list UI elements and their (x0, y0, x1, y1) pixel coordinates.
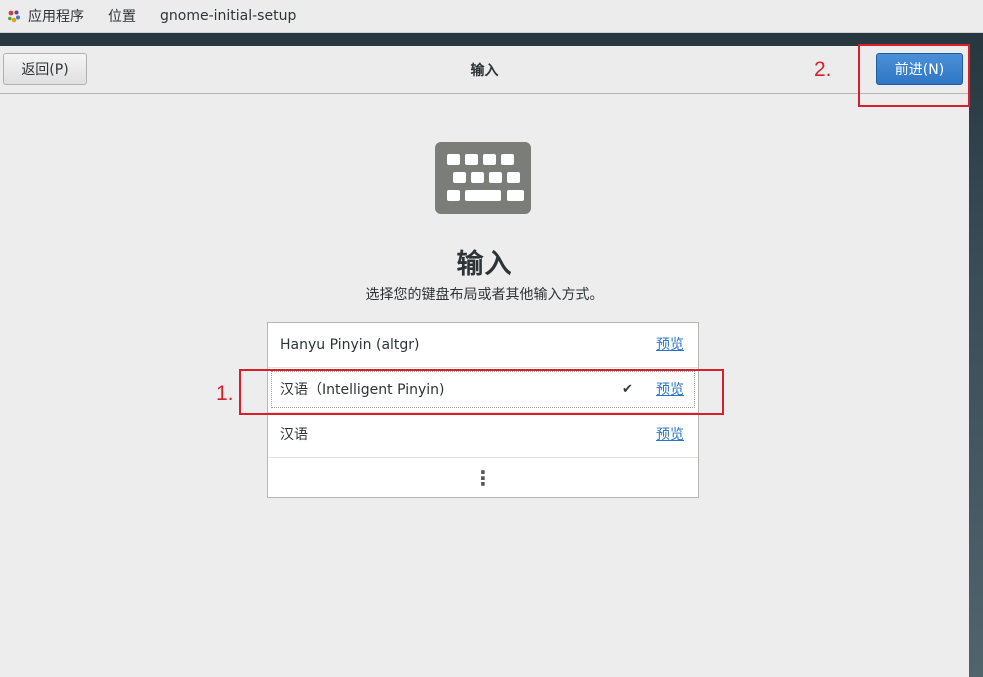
annotation-label-step2: 2. (814, 58, 832, 81)
applications-menu[interactable]: 应用程序 (6, 0, 84, 33)
page-title: 输入 (456, 249, 513, 280)
top-panel: 应用程序 位置 gnome-initial-setup (0, 0, 983, 33)
preview-link[interactable]: 预览 (656, 323, 684, 367)
more-input-sources-button[interactable]: ⋮ (268, 458, 698, 497)
gnome-foot-icon (6, 8, 22, 24)
applications-menu-label: 应用程序 (28, 9, 84, 25)
vertical-ellipsis-icon: ⋮ (473, 465, 493, 490)
input-source-row[interactable]: Hanyu Pinyin (altgr) 预览 (268, 323, 698, 368)
app-menu[interactable]: gnome-initial-setup (160, 0, 296, 33)
annotation-label-step1: 1. (216, 382, 234, 405)
initial-setup-window: 输入 返回(P) 前进(N) 输入 选择您的键盘布局或者其他输入方式。 Hany… (0, 46, 969, 677)
input-source-label: Hanyu Pinyin (altgr) (280, 337, 420, 353)
page-subtitle: 选择您的键盘布局或者其他输入方式。 (365, 287, 604, 303)
input-source-row[interactable]: 汉语 预览 (268, 413, 698, 458)
preview-link[interactable]: 预览 (656, 413, 684, 457)
annotation-box-step2 (858, 44, 970, 107)
app-menu-label: gnome-initial-setup (160, 8, 297, 24)
places-menu[interactable]: 位置 (108, 0, 136, 33)
input-source-label: 汉语 (280, 427, 308, 443)
places-menu-label: 位置 (108, 9, 136, 25)
annotation-box-step1 (239, 369, 724, 415)
keyboard-icon (435, 142, 531, 214)
back-button[interactable]: 返回(P) (3, 53, 87, 85)
